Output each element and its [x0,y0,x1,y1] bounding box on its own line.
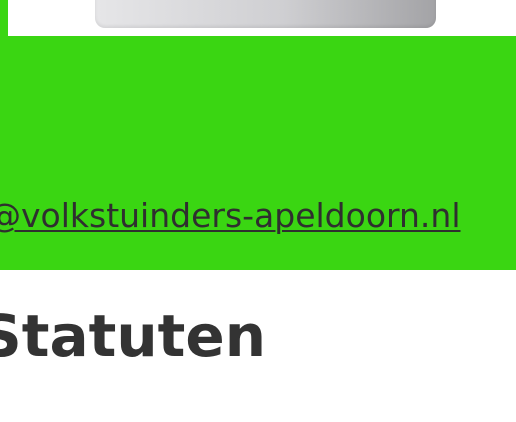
green-banner: @volkstuinders-apeldoorn.nl [0,36,516,270]
page-title: Statuten [0,302,267,370]
page: @volkstuinders-apeldoorn.nl Statuten [0,0,516,422]
top-green-strip [0,0,8,36]
email-link[interactable]: @volkstuinders-apeldoorn.nl [0,194,461,238]
header-image [95,0,436,28]
